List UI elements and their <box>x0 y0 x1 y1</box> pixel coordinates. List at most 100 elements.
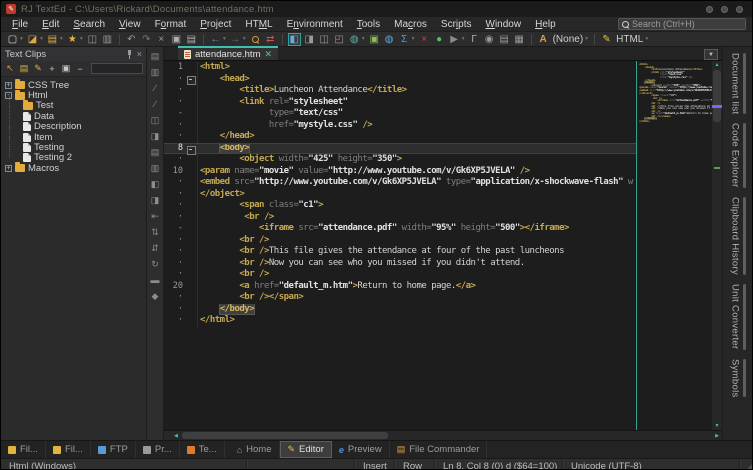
highlighter-label[interactable]: (None) <box>553 34 584 45</box>
record-macro-icon[interactable]: ◉ <box>483 33 496 46</box>
fold-marker-icon[interactable] <box>186 144 197 154</box>
scroll-up-icon[interactable]: ▲ <box>712 62 722 68</box>
save-icon[interactable]: ◫ <box>86 33 99 46</box>
menu-help[interactable]: Help <box>528 18 563 31</box>
paste-icon[interactable]: ▤ <box>185 33 198 46</box>
code-line[interactable]: · <head> <box>164 74 636 86</box>
code-line[interactable]: · </head> <box>164 131 636 143</box>
menu-window[interactable]: Window <box>479 18 529 31</box>
close-button[interactable] <box>736 6 743 13</box>
menu-scripts[interactable]: Scripts <box>434 18 479 31</box>
sort-desc-icon[interactable]: ⇵ <box>151 243 159 253</box>
tree-item-css-tree[interactable]: +CSS Tree <box>1 80 146 90</box>
scroll-down-icon[interactable]: ▼ <box>712 423 722 429</box>
remove-icon[interactable]: − <box>74 63 86 75</box>
lines2-icon[interactable]: ▥ <box>151 163 160 173</box>
minimap[interactable]: <html> <head> <title>Luncheon Attendance… <box>636 61 712 430</box>
cut-icon[interactable]: × <box>155 33 168 46</box>
forward-icon[interactable]: → <box>229 33 242 46</box>
menu-search[interactable]: Search <box>66 18 112 31</box>
code-line[interactable]: · <title>Luncheon Attendance</title> <box>164 85 636 97</box>
split-tabs2-icon[interactable]: ▥ <box>151 67 160 77</box>
view-tab-home[interactable]: ⌂Home <box>230 441 280 458</box>
code-line[interactable]: - type="text/css" <box>164 108 636 120</box>
view-tab-file-commander[interactable]: ▤File Commander <box>390 441 488 458</box>
code-line[interactable]: · href="mystyle.css" /> <box>164 120 636 132</box>
list-icon[interactable]: ▤ <box>498 33 511 46</box>
block-icon[interactable]: ▬ <box>151 275 160 285</box>
tab-list-dropdown[interactable]: ▼ <box>704 49 718 60</box>
menu-project[interactable]: Project <box>193 18 238 31</box>
code-line[interactable]: ·<embed src="http://www.youtube.com/v/Gk… <box>164 177 636 189</box>
menu-environment[interactable]: Environment <box>280 18 350 31</box>
grid-icon[interactable]: ▦ <box>513 33 526 46</box>
code-line[interactable]: ·</html> <box>164 315 636 327</box>
menu-format[interactable]: Format <box>148 18 194 31</box>
code-line[interactable]: · </body> <box>164 304 636 316</box>
tree-item-test[interactable]: Test <box>1 101 146 111</box>
bug-icon[interactable]: ● <box>433 33 446 46</box>
bottom-left-tab-4[interactable]: Te... <box>180 441 225 458</box>
panel-right-icon[interactable]: ◨ <box>303 33 316 46</box>
code-line[interactable]: 1<html> <box>164 62 636 74</box>
new-file-icon[interactable]: ▢ <box>6 33 19 46</box>
code-line[interactable]: 20 <a href="default_m.htm">Return to hom… <box>164 281 636 293</box>
add-file-icon[interactable]: ▣ <box>60 63 72 75</box>
code-line[interactable]: · <br /> <box>164 212 636 224</box>
horizontal-scrollbar[interactable]: ◀ ▶ <box>164 430 722 440</box>
fullscreen-icon[interactable]: ◰ <box>333 33 346 46</box>
panel-view-icon[interactable]: ◫ <box>318 33 331 46</box>
right-tab-symbols[interactable]: Symbols <box>730 359 746 398</box>
edit-clip-icon[interactable]: ✎ <box>32 63 44 75</box>
code-line[interactable]: · <object width="425" height="350"> <box>164 154 636 166</box>
web-globe-icon[interactable]: ◍ <box>383 33 396 46</box>
undo-icon[interactable]: ↶ <box>125 33 138 46</box>
favorites-icon[interactable]: ★ <box>66 33 79 46</box>
view-tab-preview[interactable]: ePreview <box>332 441 390 458</box>
search-input[interactable]: Search (Ctrl+H) <box>618 18 746 30</box>
copy-icon[interactable]: ▣ <box>170 33 183 46</box>
vscroll-thumb[interactable] <box>713 70 721 122</box>
code-line[interactable]: · <span class="c1"> <box>164 200 636 212</box>
mode-dropdown-icon[interactable]: ▼ <box>644 36 649 42</box>
clip-filter-input[interactable] <box>91 63 143 74</box>
right-tab-document-list[interactable]: Document list <box>730 53 746 114</box>
right-tab-clipboard-history[interactable]: Clipboard History <box>730 197 746 275</box>
back-icon[interactable]: ← <box>209 33 222 46</box>
pen-slash2-icon[interactable]: ∕ <box>154 99 156 109</box>
sum-icon[interactable]: Σ <box>398 33 411 46</box>
code-line[interactable]: · <br />This file gives the attendance a… <box>164 246 636 258</box>
book2-icon[interactable]: ◨ <box>151 195 160 205</box>
save-all-icon[interactable]: ▥ <box>101 33 114 46</box>
bottom-left-tab-3[interactable]: Pr... <box>136 441 180 458</box>
stack2-icon[interactable]: ◨ <box>151 131 160 141</box>
tree-expander-icon[interactable]: + <box>5 165 12 172</box>
browser-globe-icon[interactable]: ◍ <box>348 33 361 46</box>
panel-left-icon[interactable]: ◧ <box>288 33 301 46</box>
pin-icon[interactable] <box>126 50 133 59</box>
code-line[interactable]: · <br />Now you can see who you missed i… <box>164 258 636 270</box>
scroll-right-icon[interactable]: ▶ <box>715 431 719 441</box>
menu-view[interactable]: View <box>112 18 148 31</box>
add-icon[interactable]: + <box>46 63 58 75</box>
highlighter-icon[interactable]: A <box>537 33 550 46</box>
tree-expander-icon[interactable]: + <box>5 82 12 89</box>
menu-macros[interactable]: Macros <box>387 18 434 31</box>
delete-icon[interactable]: × <box>418 33 431 46</box>
tree-item-testing-2[interactable]: Testing 2 <box>1 153 146 163</box>
shift-left-icon[interactable]: ⇤ <box>151 211 159 221</box>
book-icon[interactable]: ◧ <box>151 179 160 189</box>
format-flag-icon[interactable]: Γ <box>468 33 481 46</box>
hscroll-thumb[interactable] <box>182 432 388 439</box>
maximize-button[interactable] <box>721 6 728 13</box>
tree-item-macros[interactable]: +Macros <box>1 163 146 173</box>
back-icon-dropdown[interactable]: ▼ <box>222 36 227 42</box>
menu-tools[interactable]: Tools <box>350 18 387 31</box>
lines-icon[interactable]: ▤ <box>151 147 160 157</box>
favorites-icon-dropdown[interactable]: ▼ <box>79 36 84 42</box>
bottom-left-tab-0[interactable]: Fil... <box>1 441 46 458</box>
tree-item-description[interactable]: Description <box>1 122 146 132</box>
pen-slash-icon[interactable]: ∕ <box>154 83 156 93</box>
doc-new-icon[interactable]: ▣ <box>368 33 381 46</box>
tree-item-data[interactable]: Data <box>1 111 146 121</box>
